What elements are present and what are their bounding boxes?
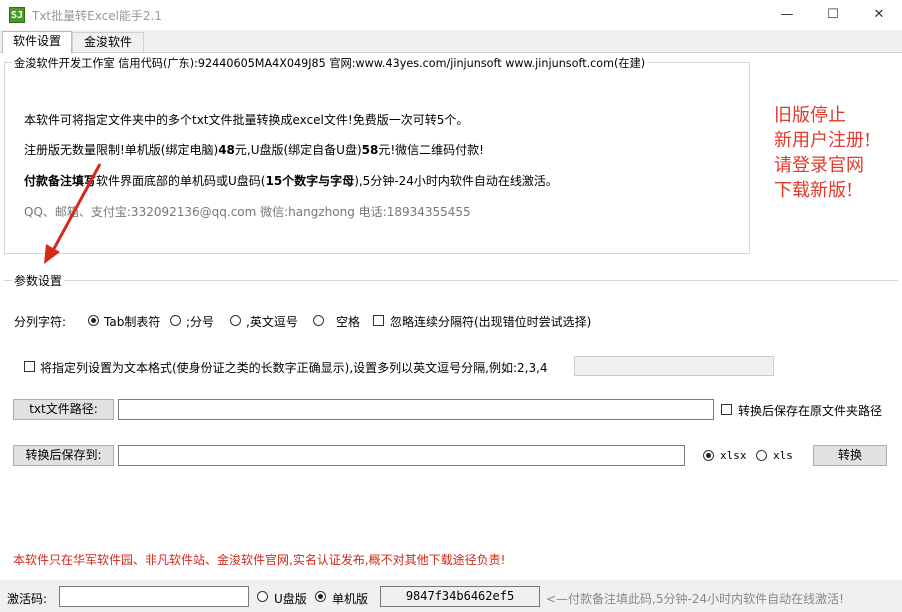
radio-comma[interactable] [230, 315, 241, 326]
usb-version-label[interactable]: U盘版 [274, 590, 307, 607]
text-format-label[interactable]: 将指定列设置为文本格式(使身份证之类的长数字正确显示),设置多列以英文逗号分隔,… [40, 359, 548, 376]
app-icon: SJ [9, 7, 25, 23]
activation-code-input[interactable] [59, 586, 249, 607]
separator-label: 分列字符: [14, 315, 67, 329]
radio-space-label[interactable]: 空格 [336, 313, 360, 330]
minimize-button[interactable]: — [764, 0, 810, 30]
txt-path-button[interactable]: txt文件路径: [13, 399, 114, 420]
tab-jinjun-software[interactable]: 金浚软件 [72, 32, 144, 52]
footer-warning: 本软件只在华军软件园、非凡软件站、金浚软件官网,实名认证发布,概不对其他下载途径… [13, 553, 506, 567]
text-format-checkbox[interactable] [24, 361, 35, 372]
radio-tab-label[interactable]: Tab制表符 [104, 313, 160, 330]
info-group-title: 金浚软件开发工作室 信用代码(广东):92440605MA4X049J85 官网… [12, 55, 648, 71]
format-xls-radio[interactable] [756, 450, 767, 461]
text-columns-input[interactable] [574, 356, 774, 376]
radio-tab[interactable] [88, 315, 99, 326]
convert-button[interactable]: 转换 [813, 445, 887, 466]
txt-path-input[interactable] [118, 399, 714, 420]
save-to-button[interactable]: 转换后保存到: [13, 445, 114, 466]
save-in-original-label[interactable]: 转换后保存在原文件夹路径 [738, 402, 882, 419]
radio-space[interactable] [313, 315, 324, 326]
radio-semicolon-label[interactable]: ;分号 [186, 313, 214, 330]
ignore-consecutive-label[interactable]: 忽略连续分隔符(出现错位时尝试选择) [390, 313, 591, 330]
title-bar: SJ Txt批量转Excel能手2.1 — ☐ ✕ [0, 0, 902, 30]
info-line-2: 注册版无数量限制!单机版(绑定电脑)48元,U盘版(绑定自备U盘)58元!微信二… [24, 143, 484, 157]
format-xlsx-radio[interactable] [703, 450, 714, 461]
format-xlsx-label[interactable]: xlsx [720, 449, 747, 462]
tab-software-settings[interactable]: 软件设置 [2, 31, 72, 53]
activation-label: 激活码: [7, 592, 48, 606]
radio-semicolon[interactable] [170, 315, 181, 326]
save-to-input[interactable] [118, 445, 685, 466]
notice-text: 旧版停止 新用户注册! 请登录官网 下载新版! [774, 105, 872, 201]
info-line-1: 本软件可将指定文件夹中的多个txt文件批量转换成excel文件!免费版一次可转5… [24, 113, 469, 127]
window-title: Txt批量转Excel能手2.1 [32, 9, 163, 23]
format-xls-label[interactable]: xls [773, 449, 793, 462]
radio-comma-label[interactable]: ,英文逗号 [246, 313, 298, 330]
standalone-version-label[interactable]: 单机版 [332, 590, 368, 607]
maximize-button[interactable]: ☐ [810, 0, 856, 30]
close-button[interactable]: ✕ [856, 0, 902, 30]
red-arrow-icon [44, 163, 102, 264]
standalone-version-radio[interactable] [315, 591, 326, 602]
machine-code-display: 9847f34b6462ef5 [380, 586, 540, 607]
ignore-consecutive-checkbox[interactable] [373, 315, 384, 326]
params-group-title: 参数设置 [12, 272, 65, 289]
info-groupbox [4, 62, 750, 254]
save-in-original-checkbox[interactable] [721, 404, 732, 415]
activation-hint: <—付款备注填此码,5分钟-24小时内软件自动在线激活! [546, 592, 844, 606]
usb-version-radio[interactable] [257, 591, 268, 602]
params-divider [4, 280, 898, 281]
